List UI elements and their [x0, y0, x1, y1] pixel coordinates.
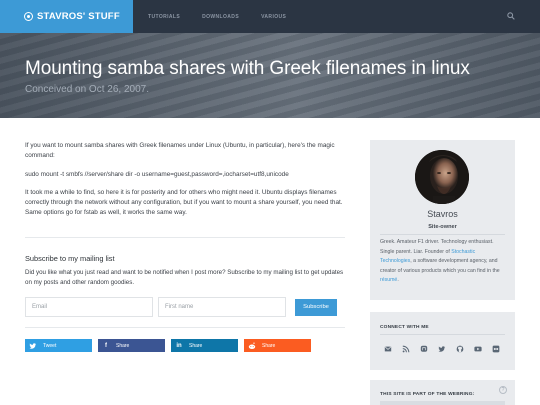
paragraph: It took me a while to find, so here it i…: [25, 189, 343, 216]
post-body: If you want to mount samba shares with G…: [25, 141, 345, 226]
share-linkedin-button[interactable]: in Share: [171, 339, 238, 352]
mailing-list-description: Did you like what you just read and want…: [25, 269, 344, 286]
avatar: [415, 150, 469, 204]
connect-card: CONNECT WITH ME: [370, 312, 515, 370]
share-facebook-label: Share: [116, 342, 130, 349]
divider: [25, 327, 345, 328]
webring-title: THIS SITE IS PART OF THE WEBRING:: [380, 392, 475, 397]
divider: [380, 234, 505, 235]
site-owner-card: Stavros Site-owner Greek. Amateur F1 dri…: [370, 140, 515, 300]
first-name-field[interactable]: First name: [158, 297, 286, 317]
nav-item-tutorials[interactable]: TUTORIALS: [148, 14, 180, 20]
brand-name: STAVROS' STUFF: [37, 11, 120, 22]
webring-widget[interactable]: [380, 401, 505, 405]
reddit-icon: [248, 342, 256, 349]
main-nav: TUTORIALS DOWNLOADS VARIOUS: [148, 0, 308, 33]
rss-icon[interactable]: [402, 345, 410, 353]
brand-link[interactable]: STAVROS' STUFF: [0, 0, 133, 33]
facebook-icon: f: [105, 342, 107, 349]
connect-title: CONNECT WITH ME: [380, 325, 429, 330]
post-date: Conceived on Oct 26, 2007.: [25, 84, 149, 95]
divider: [380, 334, 505, 335]
code-command: sudo mount -t smbfs //server/share dir -…: [25, 171, 289, 178]
nav-item-downloads[interactable]: DOWNLOADS: [202, 14, 239, 20]
flickr-icon[interactable]: [492, 345, 500, 353]
twitter-icon[interactable]: [438, 345, 446, 353]
share-twitter-button[interactable]: Tweet: [25, 339, 92, 352]
divider: [25, 237, 345, 238]
post-hero: Mounting samba shares with Greek filenam…: [0, 33, 540, 118]
owner-role: Site-owner: [428, 224, 457, 230]
youtube-icon[interactable]: [474, 345, 482, 353]
paragraph: If you want to mount samba shares with G…: [25, 142, 335, 159]
mastodon-icon[interactable]: [420, 345, 428, 353]
resume-link[interactable]: résumé: [380, 277, 397, 283]
post-title: Mounting samba shares with Greek filenam…: [25, 58, 470, 79]
github-icon[interactable]: [456, 345, 464, 353]
owner-bio: Greek. Amateur F1 driver. Technology ent…: [380, 239, 500, 283]
help-icon[interactable]: ?: [499, 386, 507, 394]
twitter-icon: [29, 342, 37, 349]
share-twitter-label: Tweet: [43, 342, 57, 349]
email-field[interactable]: Email: [25, 297, 153, 317]
search-icon[interactable]: [507, 12, 515, 20]
logo-icon: [24, 12, 33, 21]
share-linkedin-label: Share: [189, 342, 203, 349]
subscribe-button[interactable]: Subscribe: [295, 299, 337, 316]
share-reddit-label: Share: [262, 342, 276, 349]
share-reddit-button[interactable]: Share: [244, 339, 311, 352]
top-navbar: STAVROS' STUFF TUTORIALS DOWNLOADS VARIO…: [0, 0, 540, 33]
share-facebook-button[interactable]: f Share: [98, 339, 165, 352]
email-icon[interactable]: [384, 345, 392, 353]
linkedin-icon: in: [176, 342, 182, 349]
mailing-list-title: Subscribe to my mailing list: [25, 254, 115, 263]
owner-name: Stavros: [427, 209, 458, 219]
webring-card: ? THIS SITE IS PART OF THE WEBRING:: [370, 380, 515, 405]
nav-item-various[interactable]: VARIOUS: [261, 14, 286, 20]
